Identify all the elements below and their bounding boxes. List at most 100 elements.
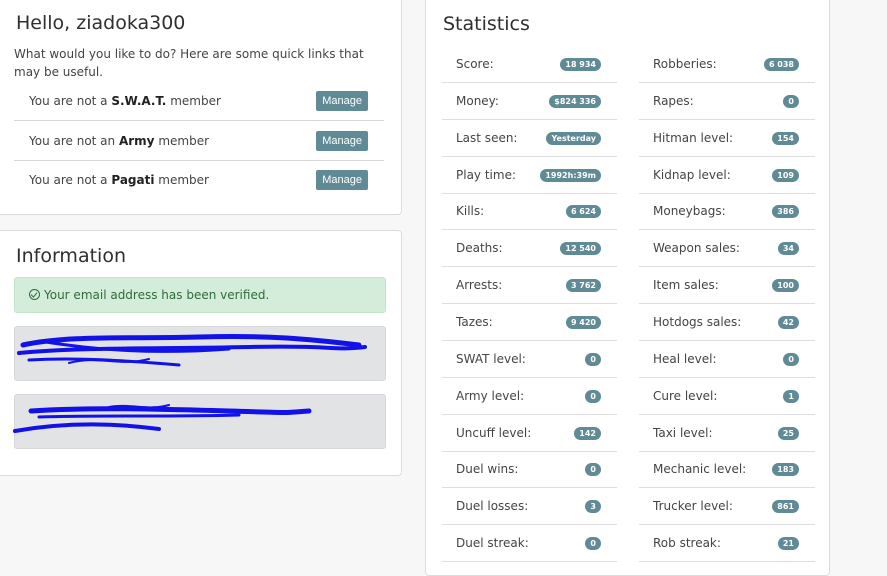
statistics-title: Statistics [443,13,530,35]
stat-value-badge: 12 540 [560,242,601,256]
information-title: Information [16,245,126,267]
stat-value-badge: 3 [585,500,601,514]
hello-subtitle: What would you like to do? Here are some… [14,47,364,79]
stat-value-badge: Yesterday [546,131,601,145]
stat-row: Duel losses: 3 [442,488,617,526]
membership-text: You are not a Pagati member [29,173,209,187]
stat-row: Item sales: 100 [639,267,815,305]
membership-text: You are not a S.W.A.T. member [29,94,221,108]
stat-value-badge: 0 [585,389,601,403]
redacted-info-box [14,326,386,381]
stat-row: Tazes: 9 420 [442,304,617,341]
manage-army-button[interactable]: Manage [316,131,368,151]
stat-value-badge: 0 [585,537,601,551]
stat-label: Hotdogs sales: [653,314,742,329]
stat-value-badge: 1992h:39m [540,168,601,182]
stat-label: Robberies: [653,57,717,71]
stat-row: Army level: 0 [442,378,617,415]
stat-row: Duel wins: 0 [442,451,617,489]
alert-text: Your email address has been verified. [44,288,270,302]
stat-label: Rapes: [653,93,694,108]
membership-text: You are not an Army member [29,134,210,148]
stat-label: Kidnap level: [653,167,731,182]
stat-value-badge: $824 336 [549,94,601,108]
stat-value-badge: 183 [772,463,799,477]
stat-value-badge: 109 [772,168,799,182]
information-card: Information Your email address has been … [0,230,402,476]
hello-title: Hello, ziadoka300 [16,12,186,34]
stat-label: Arrests: [456,278,503,293]
stat-row: Rob streak: 21 [639,525,815,563]
stat-row: Hitman level: 154 [639,120,815,157]
stat-value-badge: 6 624 [565,205,601,219]
stat-label: Deaths: [456,241,503,256]
stat-value-badge: 18 934 [560,58,601,71]
stat-row: Kidnap level: 109 [639,157,815,194]
stat-row: Moneybags: 386 [639,193,815,231]
stat-value-badge: 154 [772,131,799,145]
stat-row: Hotdogs sales: 42 [639,304,815,341]
stat-row: Duel streak: 0 [442,525,617,563]
stat-row: Rapes: 0 [639,83,815,120]
stat-label: Play time: [456,167,516,182]
stat-row: Last seen: Yesterday [442,120,617,157]
stat-row: Money: $824 336 [442,83,617,120]
stat-label: Trucker level: [653,499,733,514]
stat-label: Last seen: [456,130,518,145]
stat-label: Duel losses: [456,499,529,514]
manage-pagati-button[interactable]: Manage [316,170,368,190]
check-circle-icon [29,289,40,300]
stat-label: Duel wins: [456,462,519,477]
stat-label: Moneybags: [653,204,726,219]
stat-value-badge: 9 420 [565,315,601,329]
stat-label: Tazes: [456,314,493,329]
stat-row: Score: 18 934 [442,46,617,83]
stat-row: Kills: 6 624 [442,193,617,231]
stat-row: Cure level: 1 [639,378,815,415]
stat-label: Mechanic level: [653,462,747,477]
stat-label: Money: [456,93,499,108]
statistics-card: Statistics Score: 18 934 Money: $824 336 Las… [425,0,830,576]
stat-label: Rob streak: [653,536,721,551]
stat-label: Kills: [456,204,485,219]
stat-value-badge: 100 [772,279,799,293]
stat-value-badge: 861 [772,500,799,514]
stat-row: Mechanic level: 183 [639,451,815,489]
stat-row: SWAT level: 0 [442,341,617,378]
stat-row: Taxi level: 25 [639,415,815,452]
stat-row: Uncuff level: 142 [442,415,617,452]
stat-value-badge: 6 038 [763,58,799,71]
stat-value-badge: 3 762 [565,279,601,293]
stat-value-badge: 0 [585,463,601,477]
stat-label: Item sales: [653,278,719,293]
membership-row-army: You are not an Army member Manage [14,122,384,161]
stat-value-badge: 386 [772,205,799,219]
scribble-redaction-icon [13,404,312,433]
email-verified-alert: Your email address has been verified. [14,277,386,313]
stat-label: Uncuff level: [456,425,532,440]
redacted-info-box [13,394,386,449]
stat-label: Heal level: [653,351,717,366]
stat-value-badge: 142 [574,426,601,440]
hello-card: Hello, ziadoka300 What would you like to… [0,0,402,215]
stat-row: Deaths: 12 540 [442,230,617,268]
stat-row: Play time: 1992h:39m [442,157,617,194]
stat-value-badge: 0 [783,352,799,366]
stat-row: Heal level: 0 [639,341,815,378]
stat-label: Weapon sales: [653,241,740,256]
membership-row-swat: You are not a S.W.A.T. member Manage [14,82,384,121]
membership-row-pagati: You are not a Pagati member Manage [14,161,384,200]
stat-row: Arrests: 3 762 [442,267,617,305]
stat-label: Hitman level: [653,130,734,145]
stat-value-badge: 25 [777,426,799,440]
stat-value-badge: 0 [783,94,799,108]
stat-label: Cure level: [653,388,718,403]
stat-value-badge: 1 [783,389,799,403]
manage-swat-button[interactable]: Manage [316,91,368,111]
stat-row: Trucker level: 861 [639,488,815,526]
stat-row: Weapon sales: 34 [639,230,815,268]
stat-row: Robberies: 6 038 [639,46,815,83]
stat-value-badge: 34 [777,242,799,256]
stat-label: SWAT level: [456,351,526,366]
scribble-redaction-icon [17,333,367,367]
